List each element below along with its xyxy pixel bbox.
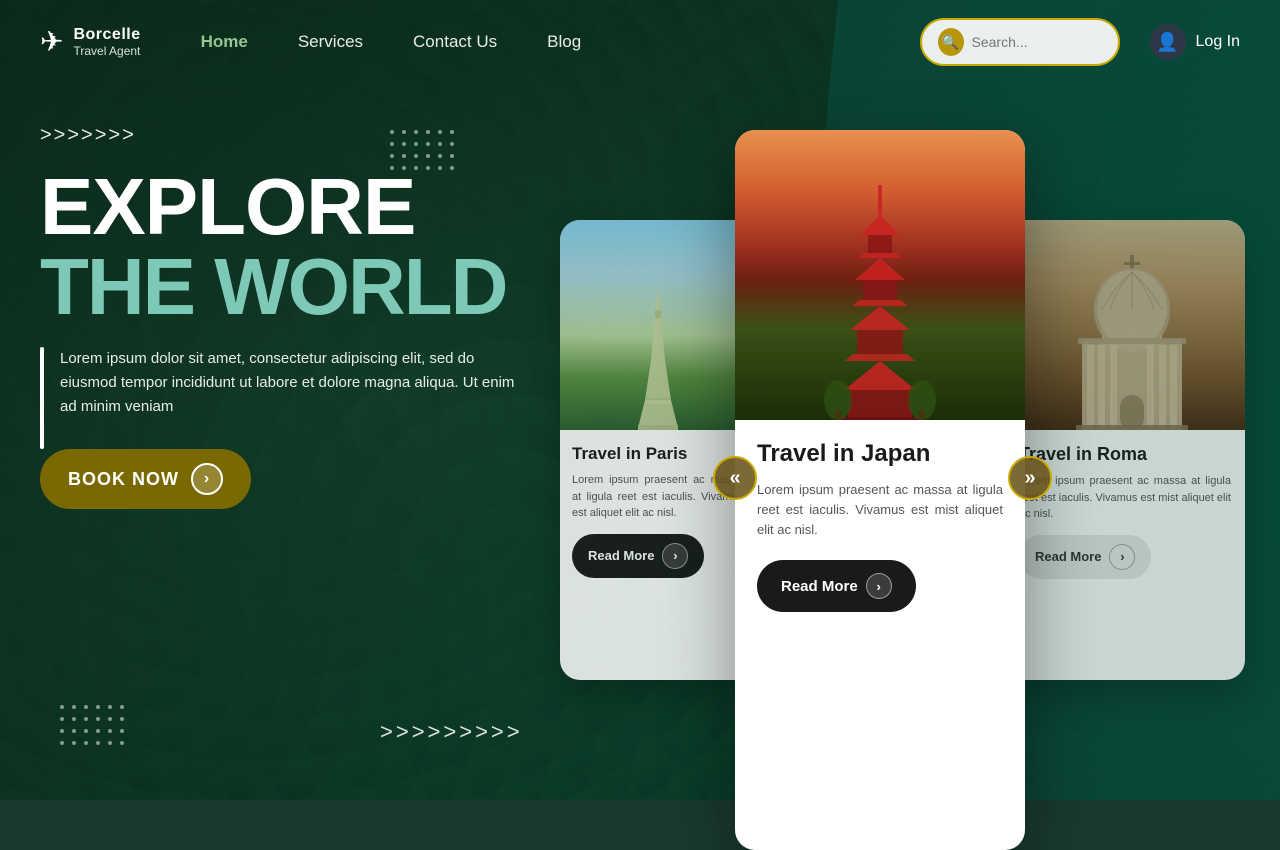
user-icon: 👤 <box>1150 24 1186 60</box>
japan-description: Lorem ipsum praesent ac massa at ligula … <box>757 480 1003 540</box>
paris-image <box>560 220 755 430</box>
hero-title-line2: THE WORLD <box>40 247 600 327</box>
paris-card-body: Travel in Paris Lorem ipsum praesent ac … <box>560 430 755 592</box>
nav-blog[interactable]: Blog <box>547 32 581 52</box>
navbar: ✈ Borcelle Travel Agent Home Services Co… <box>0 0 1280 84</box>
book-now-label: BOOK NOW <box>68 469 179 490</box>
logo[interactable]: ✈ Borcelle Travel Agent <box>40 25 141 59</box>
paris-read-more-label: Read More <box>588 548 654 563</box>
roma-read-more-icon: › <box>1109 544 1135 570</box>
search-icon[interactable]: 🔍 <box>938 28 964 56</box>
nav-home[interactable]: Home <box>201 32 248 52</box>
search-bar: 🔍 <box>920 18 1120 66</box>
hero-left: >>>>>>> EXPLORE THE WORLD Lorem ipsum do… <box>40 114 600 509</box>
dot-grid-bottom <box>60 705 124 745</box>
eiffel-tower-icon <box>623 280 693 430</box>
card-paris: Travel in Paris Lorem ipsum praesent ac … <box>560 220 755 680</box>
login-button[interactable]: 👤 Log In <box>1150 24 1240 60</box>
vertical-bar <box>40 347 44 449</box>
search-input[interactable] <box>972 34 1102 50</box>
roma-card-body: Travel in Roma Lorem ipsum praesent ac m… <box>1005 430 1245 593</box>
plane-icon: ✈ <box>40 25 63 58</box>
login-label: Log In <box>1196 33 1240 51</box>
japan-title: Travel in Japan <box>757 440 1003 468</box>
chevrons-bottom: >>>>>>>>> <box>380 719 523 745</box>
roma-title: Travel in Roma <box>1019 444 1231 465</box>
japan-image <box>735 130 1025 420</box>
japan-read-more-label: Read More <box>781 578 858 595</box>
japan-card-body: Travel in Japan Lorem ipsum praesent ac … <box>735 420 1025 632</box>
nav-links: Home Services Contact Us Blog <box>201 32 920 52</box>
hero-desc-block: Lorem ipsum dolor sit amet, consectetur … <box>40 347 600 449</box>
hero-description: Lorem ipsum dolor sit amet, consectetur … <box>60 347 520 419</box>
travel-cards: « » Travel in Paris Lorem ipsum praese <box>560 130 1260 750</box>
dome-icon <box>1062 250 1202 430</box>
nav-services[interactable]: Services <box>298 32 363 52</box>
prev-arrow[interactable]: « <box>713 456 757 500</box>
hero-title-line1: EXPLORE <box>40 167 600 247</box>
book-now-icon: › <box>191 463 223 495</box>
dot <box>390 130 394 134</box>
book-now-button[interactable]: BOOK NOW › <box>40 449 251 509</box>
brand-subtitle: Travel Agent <box>73 44 140 58</box>
japan-read-more-button[interactable]: Read More › <box>757 560 916 612</box>
chevrons-top: >>>>>>> <box>40 124 600 147</box>
next-arrow[interactable]: » <box>1008 456 1052 500</box>
brand-name: Borcelle <box>73 25 140 44</box>
card-roma: Travel in Roma Lorem ipsum praesent ac m… <box>1005 220 1245 680</box>
nav-contact[interactable]: Contact Us <box>413 32 497 52</box>
roma-image <box>1005 220 1245 430</box>
dot-grid-top <box>390 130 454 170</box>
paris-read-more-button[interactable]: Read More › <box>572 534 704 578</box>
paris-title: Travel in Paris <box>572 444 743 464</box>
paris-read-more-icon: › <box>662 543 688 569</box>
pagoda-icon <box>820 180 940 420</box>
roma-read-more-label: Read More <box>1035 549 1101 564</box>
prev-arrow-icon: « <box>729 467 740 490</box>
roma-read-more-button[interactable]: Read More › <box>1019 535 1151 579</box>
card-japan: Travel in Japan Lorem ipsum praesent ac … <box>735 130 1025 850</box>
next-arrow-icon: » <box>1024 467 1035 490</box>
japan-read-more-icon: › <box>866 573 892 599</box>
